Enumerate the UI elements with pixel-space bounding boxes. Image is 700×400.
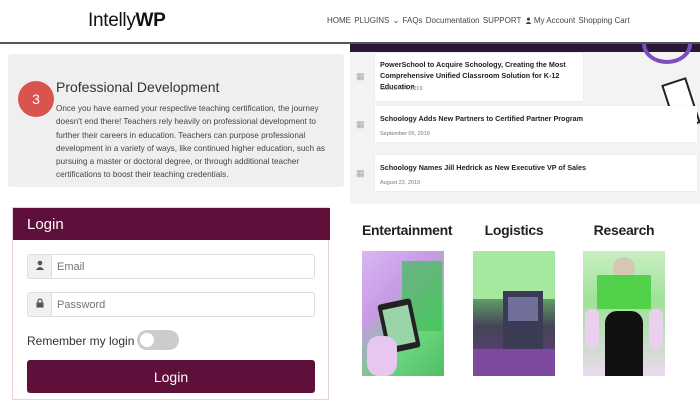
password-input[interactable] (57, 296, 307, 313)
category-card[interactable]: Entertainment (362, 222, 453, 376)
category-title[interactable]: Entertainment (362, 222, 453, 238)
nav-plugins[interactable]: PLUGINS (354, 16, 389, 25)
email-input[interactable] (57, 258, 307, 275)
category-card[interactable]: Research (583, 222, 665, 376)
toggle-knob (140, 333, 154, 347)
user-icon (525, 17, 531, 24)
password-field[interactable] (27, 292, 315, 317)
login-button[interactable]: Login (27, 360, 315, 393)
logo-text-part1: Intelly (88, 10, 136, 31)
professional-development-card: 3 Professional Development Once you have… (8, 54, 344, 187)
news-item[interactable]: ▦ PowerSchool to Acquire Schoology, Crea… (356, 53, 583, 101)
card-body-text: Once you have earned your respective tea… (56, 104, 325, 180)
login-form: Login Remember my login Login (12, 207, 330, 400)
logistics-image (473, 251, 555, 376)
remember-label: Remember my login (27, 334, 135, 348)
news-item[interactable]: ▦ Schoology Names Jill Hedrick as New Ex… (356, 155, 697, 191)
chevron-down-icon: ⌄ (392, 16, 400, 25)
nav-faqs[interactable]: FAQs (403, 16, 423, 25)
email-field[interactable] (27, 254, 315, 279)
news-item[interactable]: ▦ Schoology Adds New Partners to Certifi… (356, 106, 697, 142)
main-nav: HOME PLUGINS ⌄ FAQs Documentation SUPPOR… (327, 16, 631, 25)
news-date: August 22, 2019 (380, 180, 421, 186)
nav-shopping-cart[interactable]: Shopping Cart (578, 16, 629, 25)
category-title[interactable]: Logistics (473, 222, 555, 238)
news-thumbnail-icon: ▦ (356, 119, 365, 129)
news-title[interactable]: Schoology Names Jill Hedrick as New Exec… (380, 162, 690, 173)
login-heading: Login (13, 208, 330, 240)
news-thumbnail-icon: ▦ (356, 71, 365, 81)
user-icon (28, 255, 52, 278)
news-date: September 05, 2019 (380, 131, 430, 137)
nav-my-account[interactable]: My Account (534, 16, 575, 25)
news-thumbnail-icon: ▦ (356, 168, 365, 178)
nav-documentation[interactable]: Documentation (426, 16, 480, 25)
category-card[interactable]: Logistics (473, 222, 555, 376)
news-date: October 24, 2019 (380, 86, 423, 92)
news-title[interactable]: Schoology Adds New Partners to Certified… (380, 113, 690, 124)
press-news-panel: PRESS ▦ PowerSchool to Acquire Schoology… (350, 44, 700, 204)
nav-support[interactable]: SUPPORT (483, 16, 522, 25)
entertainment-image (362, 251, 444, 376)
remember-toggle[interactable] (137, 330, 179, 350)
nav-home[interactable]: HOME (327, 16, 351, 25)
category-title[interactable]: Research (583, 222, 665, 238)
research-image (583, 251, 665, 376)
site-logo[interactable]: IntellyWP (88, 10, 166, 32)
card-title: Professional Development (56, 79, 220, 95)
site-header: IntellyWP HOME PLUGINS ⌄ FAQs Documentat… (0, 0, 700, 44)
step-number-badge: 3 (18, 81, 54, 117)
logo-text-part2: WP (135, 10, 166, 31)
lock-icon (28, 293, 52, 316)
